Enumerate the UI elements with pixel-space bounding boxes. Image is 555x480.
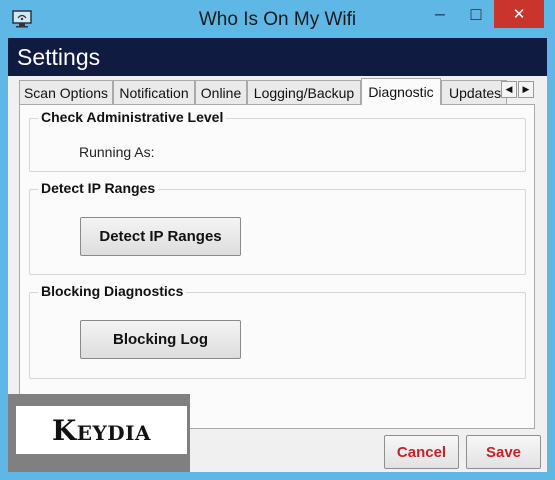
diagnostic-tab-panel: Check Administrative Level Running As: D… (19, 104, 535, 429)
tab-scan-options[interactable]: Scan Options (19, 80, 113, 104)
watermark: Keydia (8, 394, 190, 472)
tab-updates[interactable]: Updates (441, 80, 507, 104)
detect-ip-group: Detect IP Ranges Detect IP Ranges (29, 180, 526, 275)
tab-scroll-right-button[interactable]: ▶ (518, 81, 534, 98)
running-as-label: Running As: (79, 144, 155, 160)
blocking-diagnostics-title: Blocking Diagnostics (38, 283, 187, 299)
watermark-text: Keydia (51, 413, 152, 447)
save-button[interactable]: Save (466, 435, 541, 469)
tab-notification[interactable]: Notification (113, 80, 195, 104)
maximize-button[interactable]: □ (458, 0, 494, 28)
blocking-log-button[interactable]: Blocking Log (80, 320, 241, 359)
title-bar: Who Is On My Wifi ─ □ ✕ (0, 0, 555, 38)
chevron-right-icon: ▶ (522, 84, 530, 94)
detect-ip-ranges-button[interactable]: Detect IP Ranges (80, 217, 241, 256)
admin-level-group: Check Administrative Level Running As: (29, 109, 526, 172)
tab-diagnostic[interactable]: Diagnostic (361, 78, 441, 105)
close-icon: ✕ (512, 6, 526, 23)
minimize-button[interactable]: ─ (422, 0, 458, 28)
tab-online[interactable]: Online (195, 80, 247, 104)
tab-scroll-left-button[interactable]: ◀ (501, 81, 517, 98)
blocking-diagnostics-group: Blocking Diagnostics Blocking Log (29, 283, 526, 379)
detect-ip-title: Detect IP Ranges (38, 180, 159, 196)
settings-header: Settings (8, 38, 547, 76)
admin-level-title: Check Administrative Level (38, 109, 227, 125)
cancel-button[interactable]: Cancel (384, 435, 459, 469)
tab-logging-backup[interactable]: Logging/Backup (247, 80, 361, 104)
close-button[interactable]: ✕ (494, 0, 544, 28)
page-title: Settings (17, 44, 101, 70)
maximize-icon: □ (470, 3, 482, 24)
minimize-icon: ─ (435, 6, 445, 22)
chevron-left-icon: ◀ (505, 84, 513, 94)
watermark-badge: Keydia (16, 406, 187, 454)
